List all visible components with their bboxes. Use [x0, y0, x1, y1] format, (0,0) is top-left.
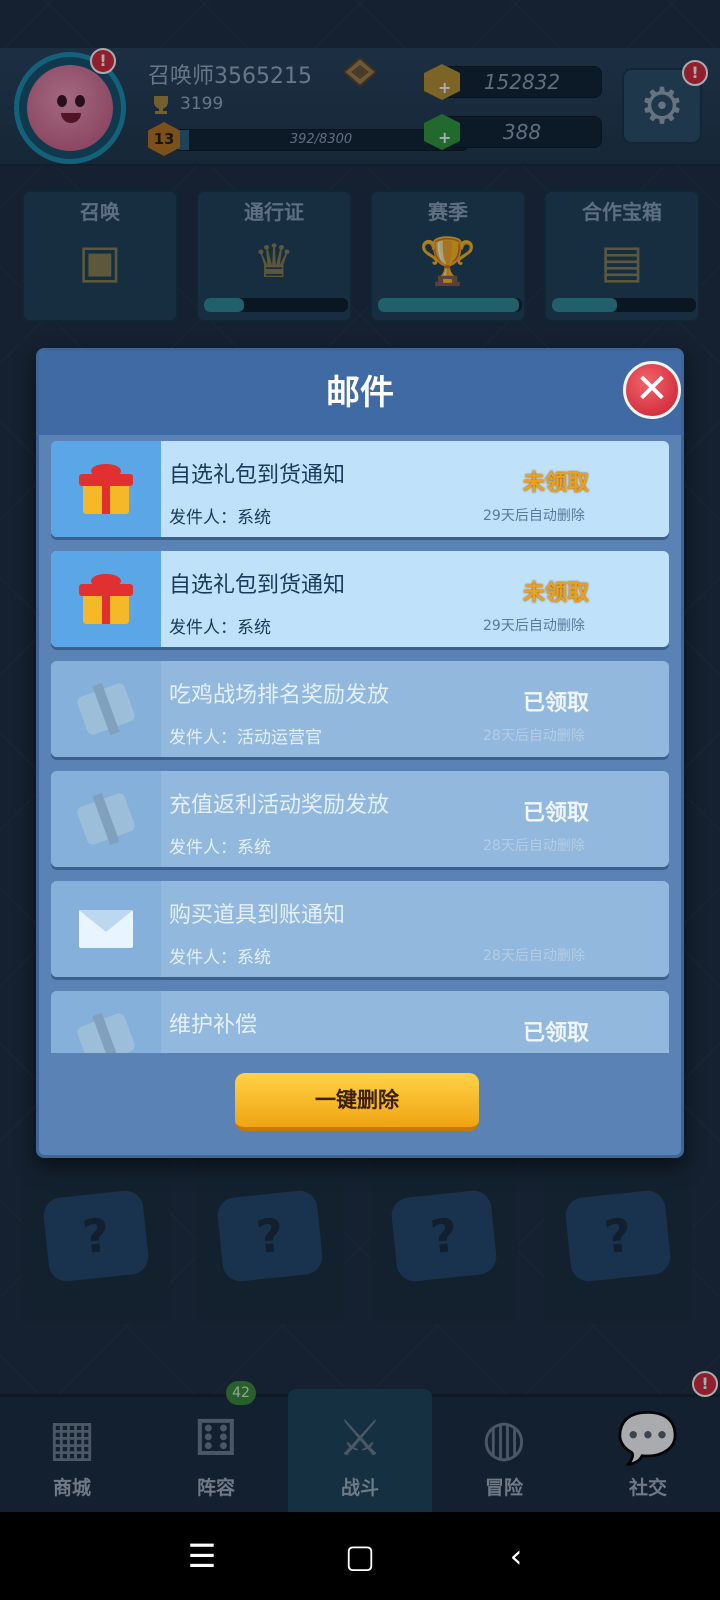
mail-title: 吃鸡战场排名奖励发放 [169, 683, 390, 708]
dialog-title: 邮件 [39, 351, 681, 435]
mail-icon-box [51, 441, 161, 537]
mail-expire-note: 29天后自动删除 [483, 618, 585, 634]
package-icon [75, 791, 137, 847]
mail-status: 未领取 [523, 581, 590, 606]
mail-title: 维护补偿 [169, 1013, 258, 1038]
mail-title: 购买道具到账通知 [169, 903, 346, 928]
mail-sender: 发件人：系统 [169, 948, 271, 968]
gift-icon [79, 574, 133, 624]
mail-status: 已领取 [523, 691, 590, 716]
package-icon [75, 1011, 137, 1053]
back-icon[interactable]: ‹ [486, 1536, 546, 1576]
mail-expire-note: 28天后自动删除 [483, 728, 585, 744]
mail-sender: 发件人：系统 [169, 508, 271, 528]
mail-icon-box [51, 661, 161, 757]
mail-title: 自选礼包到货通知 [169, 463, 346, 488]
delete-all-button[interactable]: 一键删除 [235, 1073, 479, 1131]
mail-sender: 发件人：系统 [169, 618, 271, 638]
mail-item[interactable]: 充值返利活动奖励发放 发件人：系统 已领取 28天后自动删除 [51, 771, 669, 867]
mail-icon-box [51, 991, 161, 1053]
home-icon[interactable]: ▢ [330, 1536, 390, 1576]
mail-list[interactable]: 自选礼包到货通知 发件人：系统 未领取 29天后自动删除 自选礼包到货通知 发件… [51, 441, 669, 1053]
mail-item[interactable]: 购买道具到账通知 发件人：系统 28天后自动删除 [51, 881, 669, 977]
mail-expire-note: 28天后自动删除 [483, 948, 585, 964]
mail-dialog: 邮件 ✕ 自选礼包到货通知 发件人：系统 未领取 29天后自动删除 自选礼包到货… [36, 348, 684, 1158]
mail-icon-box [51, 881, 161, 977]
gift-icon [79, 464, 133, 514]
mail-status: 未领取 [523, 471, 590, 496]
system-nav-bar: ☰ ▢ ‹ [0, 1512, 720, 1600]
mail-item[interactable]: 自选礼包到货通知 发件人：系统 未领取 29天后自动删除 [51, 551, 669, 647]
mail-icon-box [51, 771, 161, 867]
mail-status: 已领取 [523, 801, 590, 826]
mail-icon-box [51, 551, 161, 647]
mail-title: 自选礼包到货通知 [169, 573, 346, 598]
menu-icon[interactable]: ☰ [172, 1536, 232, 1576]
close-button[interactable]: ✕ [623, 361, 681, 419]
package-icon [75, 681, 137, 737]
mail-item[interactable]: 吃鸡战场排名奖励发放 发件人：活动运营官 已领取 28天后自动删除 [51, 661, 669, 757]
mail-status: 已领取 [523, 1021, 590, 1046]
mail-item[interactable]: 自选礼包到货通知 发件人：系统 未领取 29天后自动删除 [51, 441, 669, 537]
mail-title: 充值返利活动奖励发放 [169, 793, 390, 818]
mail-expire-note: 29天后自动删除 [483, 508, 585, 524]
mail-sender: 发件人：活动运营官 [169, 728, 322, 748]
mail-expire-note: 28天后自动删除 [483, 838, 585, 854]
envelope-icon [79, 910, 133, 948]
mail-sender: 发件人：系统 [169, 838, 271, 858]
mail-item[interactable]: 维护补偿 已领取 [51, 991, 669, 1053]
